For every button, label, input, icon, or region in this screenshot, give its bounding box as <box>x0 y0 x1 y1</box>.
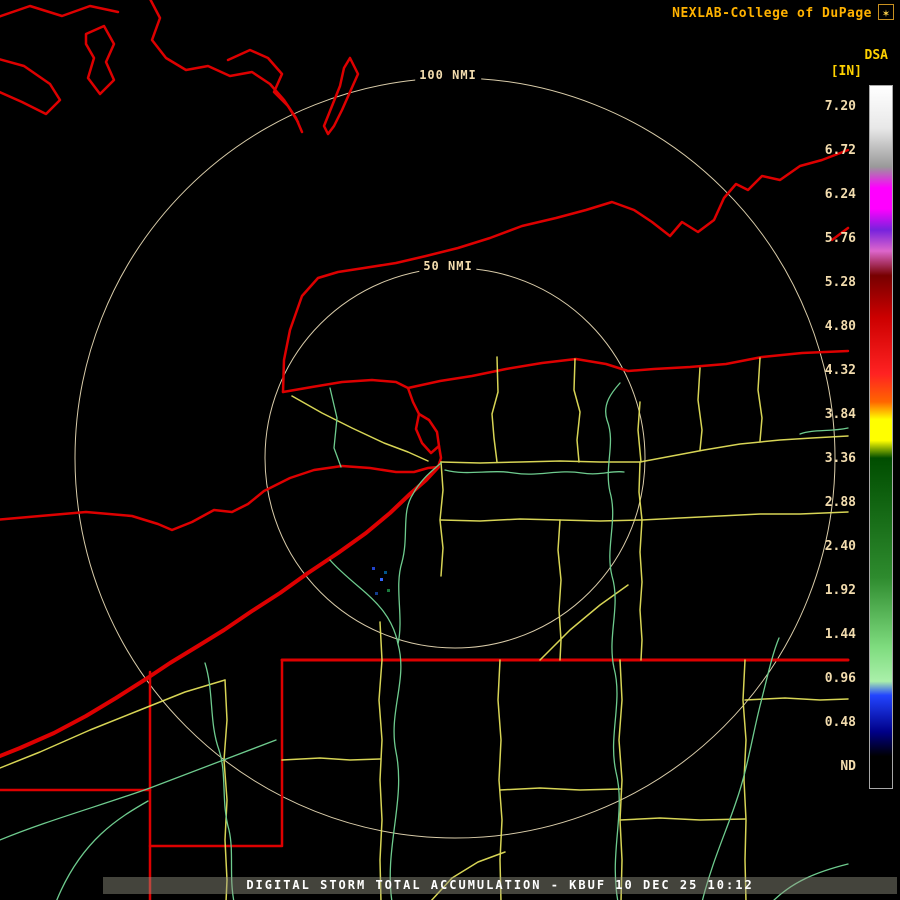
radar-echo <box>372 567 375 570</box>
county-line <box>757 357 763 442</box>
radar-echo-layer <box>372 567 390 595</box>
product-units: [IN] <box>830 64 862 79</box>
range-ring-100nmi <box>74 77 836 839</box>
county-line <box>499 787 621 791</box>
legend-label: 0.48 <box>824 715 856 730</box>
county-line <box>697 367 703 451</box>
status-bar: DIGITAL STORM TOTAL ACCUMULATION - KBUF … <box>103 877 897 894</box>
highway <box>291 395 429 462</box>
grand-island-outline <box>414 412 441 455</box>
county-line <box>281 757 381 761</box>
legend-label: 1.44 <box>824 627 856 642</box>
color-scale-labels: 7.20 6.72 6.24 5.76 5.28 4.80 4.32 3.84 3.36 2.88… <box>796 85 856 789</box>
county-line <box>637 401 642 463</box>
county-line <box>439 461 444 577</box>
kawartha-lakes <box>226 48 300 124</box>
legend-label: 4.32 <box>824 363 856 378</box>
county-line <box>573 358 581 463</box>
radar-display: 100 NMI 50 NMI NEXLAB-College of DuPage … <box>0 0 900 900</box>
color-scale-bar <box>869 85 893 789</box>
cod-logo-icon: ✶ <box>878 4 894 20</box>
county-line <box>440 460 641 464</box>
legend-label: 1.92 <box>824 583 856 598</box>
legend-label: ND <box>840 759 856 774</box>
legend-label: 7.20 <box>824 99 856 114</box>
legend-label: 2.40 <box>824 539 856 554</box>
lake-ontario-south-shore-west <box>281 378 410 394</box>
legend-label: 5.28 <box>824 275 856 290</box>
site-title: NEXLAB-College of DuPage <box>672 6 872 21</box>
legend-label: 0.96 <box>824 671 856 686</box>
welland-canal <box>329 387 342 468</box>
river <box>701 637 780 900</box>
river <box>204 662 235 900</box>
river <box>605 382 621 900</box>
legend-label: 5.76 <box>824 231 856 246</box>
lake-ontario-south-shore-east <box>406 349 850 390</box>
state-border-layer <box>0 0 850 900</box>
range-ring-label-50nmi: 50 NMI <box>419 259 477 273</box>
river <box>397 462 442 645</box>
county-line <box>378 621 383 900</box>
kawartha-shore <box>149 0 304 134</box>
range-ring-label-100nmi: 100 NMI <box>415 68 481 82</box>
river-layer <box>0 382 849 900</box>
highway <box>0 679 226 769</box>
lake-simcoe-outline <box>84 24 116 96</box>
radar-map <box>0 0 850 900</box>
radar-echo <box>384 571 387 574</box>
county-line <box>497 659 503 900</box>
radar-echo <box>387 589 390 592</box>
legend-label: 6.24 <box>824 187 856 202</box>
legend-label: 4.80 <box>824 319 856 334</box>
niagara-river-upper <box>406 386 421 416</box>
river <box>444 469 625 475</box>
river <box>329 559 402 900</box>
legend-label: 3.84 <box>824 407 856 422</box>
county-line <box>619 817 746 821</box>
county-line <box>742 659 747 900</box>
range-rings <box>74 77 836 839</box>
product-abbrev: DSA <box>864 48 888 63</box>
radar-echo <box>380 578 383 581</box>
shoreline-top-edge <box>0 4 120 18</box>
radar-echo <box>375 592 378 595</box>
legend-label: 6.72 <box>824 143 856 158</box>
county-line <box>618 659 623 900</box>
lake-erie-north-shore <box>0 464 440 532</box>
county-road-layer <box>0 356 849 900</box>
georgian-bay-shore <box>0 58 62 116</box>
legend-label: 3.36 <box>824 451 856 466</box>
legend-label: 2.88 <box>824 495 856 510</box>
range-ring-50nmi <box>264 267 646 649</box>
